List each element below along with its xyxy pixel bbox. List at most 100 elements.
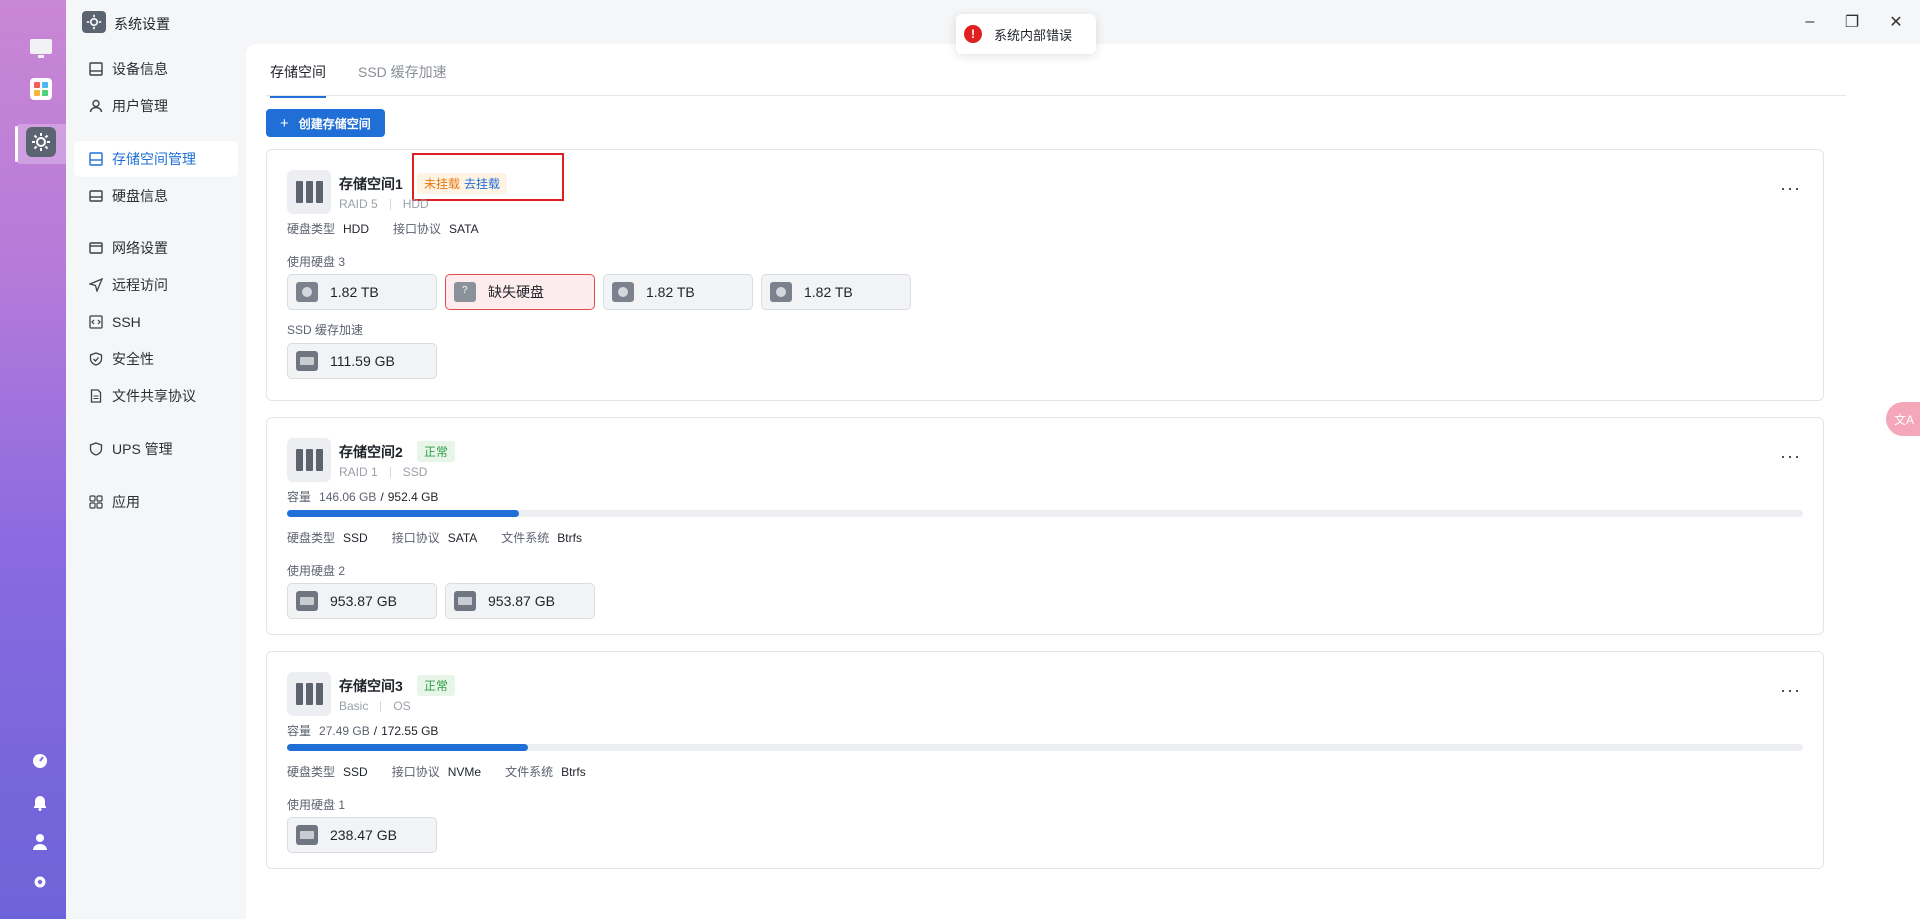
- sidebar-item-ssh[interactable]: SSH: [74, 304, 238, 340]
- error-icon: !: [964, 25, 982, 43]
- sidebar-item-label: 网络设置: [112, 240, 168, 256]
- disk-size: 238.47 GB: [330, 827, 397, 843]
- sidebar-item-device-info[interactable]: 设备信息: [74, 51, 238, 87]
- storage-pool-card-3: 存储空间3 正常 Basic OS ··· 容量 27.49 GB / 172.5…: [266, 651, 1824, 869]
- sidebar: 设备信息 用户管理 存储空间管理 硬盘信息 网络设置 远程访问 SSH 安全性: [66, 44, 246, 919]
- sidebar-item-user-management[interactable]: 用户管理: [74, 88, 238, 124]
- pool-media: HDD: [402, 197, 429, 211]
- minimize-button[interactable]: –: [1798, 10, 1822, 34]
- pool-raid: RAID 1: [339, 465, 378, 479]
- hdd-icon: [296, 282, 318, 302]
- sidebar-item-storage-management[interactable]: 存储空间管理: [74, 141, 238, 177]
- sidebar-item-label: UPS 管理: [112, 441, 173, 457]
- interface-label: 接口协议: [393, 222, 442, 236]
- capacity-used: 27.49 GB: [319, 723, 370, 738]
- disk-chip[interactable]: 953.87 GB: [287, 583, 437, 619]
- settings-app-icon[interactable]: [26, 127, 56, 157]
- desktop-monitor-icon[interactable]: [24, 32, 58, 66]
- capacity-progress: [287, 744, 1803, 751]
- disk-type-value: SSD: [343, 764, 368, 779]
- hdd-icon: [770, 282, 792, 302]
- create-storage-button[interactable]: + 创建存储空间: [266, 109, 385, 137]
- more-options-button[interactable]: ···: [1780, 178, 1801, 199]
- sidebar-item-label: 安全性: [112, 351, 154, 367]
- translate-float-button[interactable]: 文A: [1886, 402, 1920, 436]
- ssd-cache-icon: [296, 351, 318, 371]
- capacity-progress: [287, 510, 1803, 517]
- pool-properties: 硬盘类型 HDD 接口协议 SATA: [287, 220, 503, 237]
- used-disks-label: 使用硬盘 2: [287, 564, 346, 578]
- disk-type-label: 硬盘类型: [287, 222, 336, 236]
- status-badge: 正常: [417, 675, 456, 696]
- sidebar-item-label: 应用: [112, 494, 140, 510]
- speed-icon[interactable]: [30, 751, 50, 771]
- capacity-label: 容量: [287, 724, 312, 738]
- dock-settings-icon[interactable]: [30, 872, 50, 892]
- pool-meta: RAID 1 SSD: [339, 465, 427, 479]
- disk-type-label: 硬盘类型: [287, 765, 336, 779]
- disk-type-label: 硬盘类型: [287, 531, 336, 545]
- sidebar-item-apps[interactable]: 应用: [74, 484, 238, 520]
- pool-raid: Basic: [339, 699, 369, 713]
- settings-gear-icon: [82, 11, 106, 33]
- used-disks-label: 使用硬盘 1: [287, 798, 346, 812]
- interface-label: 接口协议: [391, 531, 440, 545]
- maximize-button[interactable]: ❐: [1840, 10, 1864, 34]
- disk-chip[interactable]: 1.82 TB: [287, 274, 437, 310]
- filesystem-value: Btrfs: [561, 764, 586, 779]
- user-icon: [88, 98, 104, 114]
- disk-size: 111.59 GB: [330, 353, 395, 369]
- error-toast: ! 系统内部错误: [956, 14, 1096, 54]
- disk-chip[interactable]: 1.82 TB: [603, 274, 753, 310]
- bell-icon[interactable]: [30, 792, 50, 812]
- sidebar-item-label: 硬盘信息: [112, 188, 168, 204]
- more-options-button[interactable]: ···: [1780, 680, 1801, 701]
- capacity-sep: /: [380, 489, 384, 504]
- cache-disk-chip[interactable]: 111.59 GB: [287, 343, 437, 379]
- missing-disk-icon: [454, 282, 476, 302]
- disk-size: 1.82 TB: [804, 284, 853, 300]
- sidebar-item-label: 远程访问: [112, 277, 168, 293]
- pool-meta: RAID 5 HDD: [339, 197, 429, 211]
- hdd-icon: [612, 282, 634, 302]
- pool-name: 存储空间3: [339, 678, 403, 694]
- capacity-progress-fill: [287, 510, 519, 517]
- highlight-box: [412, 153, 564, 201]
- user-profile-icon[interactable]: [30, 832, 50, 852]
- interface-label: 接口协议: [391, 765, 440, 779]
- sidebar-item-disk-info[interactable]: 硬盘信息: [74, 178, 238, 214]
- capacity-total: 952.4 GB: [387, 489, 439, 504]
- missing-disk-chip[interactable]: 缺失硬盘: [445, 274, 595, 310]
- sidebar-item-label: 用户管理: [112, 98, 168, 114]
- window-title: 系统设置: [114, 16, 170, 32]
- storage-pool-icon: [287, 438, 331, 482]
- sidebar-item-network[interactable]: 网络设置: [74, 230, 238, 266]
- sidebar-item-ups[interactable]: UPS 管理: [74, 431, 238, 467]
- main-content: 存储空间 SSD 缓存加速 + 创建存储空间 存储空间1 未挂载 去挂载 RAID…: [246, 44, 1920, 919]
- sidebar-item-remote-access[interactable]: 远程访问: [74, 267, 238, 303]
- tab-storage-space[interactable]: 存储空间: [270, 62, 326, 98]
- more-options-button[interactable]: ···: [1780, 446, 1801, 467]
- close-button[interactable]: ✕: [1884, 10, 1908, 34]
- file-icon: [88, 388, 104, 404]
- apps-grid-icon: [88, 494, 104, 510]
- nvme-icon: [296, 825, 318, 845]
- network-icon: [88, 240, 104, 256]
- storage-icon: [88, 151, 104, 167]
- disk-chip[interactable]: 953.87 GB: [445, 583, 595, 619]
- capacity-sep: /: [373, 723, 378, 738]
- sidebar-item-security[interactable]: 安全性: [74, 341, 238, 377]
- disk-chip[interactable]: 238.47 GB: [287, 817, 437, 853]
- dock-active-indicator: [15, 126, 18, 162]
- storage-pool-icon: [287, 170, 331, 214]
- sidebar-item-file-sharing[interactable]: 文件共享协议: [74, 378, 238, 414]
- interface-value: SATA: [449, 221, 479, 236]
- app-center-icon[interactable]: [24, 72, 58, 106]
- pool-properties: 硬盘类型 SSD 接口协议 SATA 文件系统 Btrfs: [287, 529, 606, 546]
- sidebar-item-label: SSH: [112, 314, 141, 330]
- settings-window: 系统设置 – ❐ ✕ 设备信息 用户管理 存储空间管理 硬盘信息 网络设置 远程…: [66, 0, 1920, 919]
- disk-size: 953.87 GB: [330, 593, 397, 609]
- tab-ssd-cache[interactable]: SSD 缓存加速: [358, 62, 447, 96]
- disk-chip[interactable]: 1.82 TB: [761, 274, 911, 310]
- sidebar-item-label: 文件共享协议: [112, 388, 196, 404]
